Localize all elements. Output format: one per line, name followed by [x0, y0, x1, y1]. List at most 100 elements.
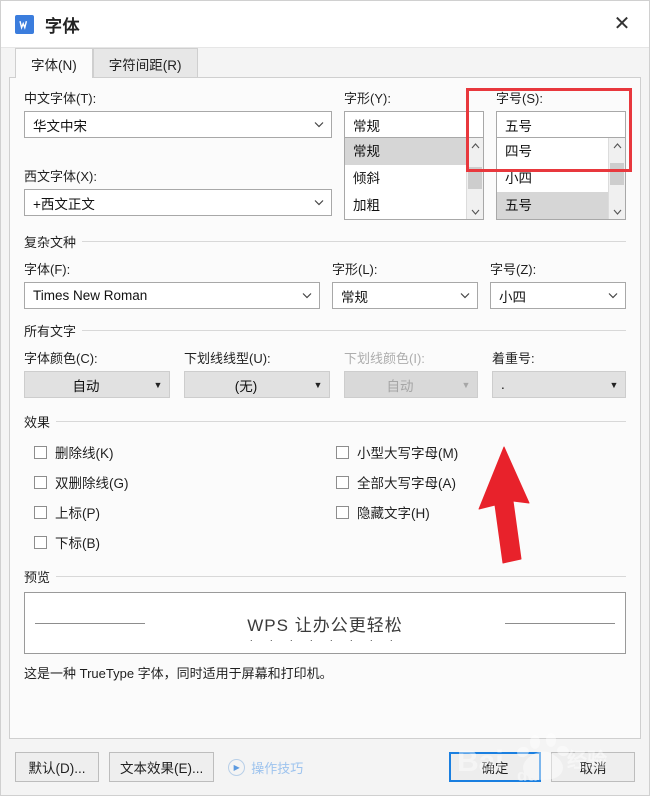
checkbox-small-caps[interactable]: 小型大写字母(M): [336, 437, 626, 467]
font-panel: 中文字体(T): 华文中宋 西文字体(X): +西文正文 字形(Y): 常规 常…: [9, 77, 641, 739]
cs-font-value: Times New Roman: [33, 288, 148, 303]
caret-down-icon[interactable]: ▼: [307, 380, 329, 390]
tab-font-label: 字体(N): [31, 57, 77, 73]
checkbox-box[interactable]: [34, 535, 47, 549]
caret-down-icon[interactable]: ▼: [147, 380, 169, 390]
preview-sample-label: WPS 让办公更轻松: [247, 615, 403, 635]
checkbox-box[interactable]: [336, 475, 349, 489]
checkbox-box[interactable]: [34, 475, 47, 489]
tips-link[interactable]: ▶ 操作技巧: [228, 758, 303, 777]
font-style-input[interactable]: 常规: [344, 111, 484, 138]
font-style-scrollbar[interactable]: [466, 138, 483, 219]
list-item[interactable]: 倾斜: [345, 165, 466, 192]
cs-style-label: 字形(L):: [332, 262, 378, 277]
all-text-group-title: 所有文字: [24, 321, 83, 340]
default-button-label: 默认(D)...: [28, 761, 86, 776]
chevron-down-icon[interactable]: [605, 292, 621, 299]
scroll-thumb[interactable]: [468, 167, 482, 189]
tab-font[interactable]: 字体(N): [15, 48, 93, 78]
checkbox-all-caps[interactable]: 全部大写字母(A): [336, 467, 626, 497]
preview-sample-text: WPS 让办公更轻松 . . . . . . . .: [235, 610, 415, 642]
close-icon[interactable]: ✕: [605, 7, 639, 41]
tab-character-spacing[interactable]: 字符间距(R): [92, 48, 198, 78]
font-style-label: 字形(Y):: [344, 91, 391, 106]
checkbox-subscript[interactable]: 下标(B): [34, 527, 324, 557]
checkbox-superscript[interactable]: 上标(P): [34, 497, 324, 527]
group-divider: [24, 330, 626, 331]
chevron-down-icon[interactable]: [457, 292, 473, 299]
ok-button[interactable]: 确定: [449, 752, 541, 782]
emphasis-mark-label: 着重号:: [492, 351, 535, 366]
cs-size-combobox[interactable]: 小四: [490, 282, 626, 309]
scroll-track[interactable]: [467, 153, 483, 204]
font-dialog: 字体 ✕ 字体(N) 字符间距(R) 中文字体(T): 华文中宋 西文字体(X)…: [0, 0, 650, 796]
play-circle-icon: ▶: [228, 758, 246, 776]
checkbox-box[interactable]: [336, 445, 349, 459]
list-item[interactable]: 加粗: [345, 192, 466, 219]
list-item[interactable]: 五号: [497, 192, 608, 219]
list-item[interactable]: 常规: [345, 138, 466, 165]
checkbox-label: 隐藏文字(H): [357, 506, 430, 521]
checkbox-double-strikethrough[interactable]: 双删除线(G): [34, 467, 324, 497]
underline-style-value: (无): [234, 378, 258, 394]
scroll-down-icon[interactable]: [613, 204, 622, 219]
text-effects-button-label: 文本效果(E)...: [120, 761, 204, 776]
page-title: 字体: [45, 16, 80, 36]
list-item[interactable]: 小四: [497, 165, 608, 192]
effects-left-column: 删除线(K) 双删除线(G) 上标(P) 下标(B): [34, 437, 324, 557]
chinese-font-value: 华文中宋: [33, 118, 87, 134]
cs-font-combobox[interactable]: Times New Roman: [24, 282, 320, 309]
chevron-down-icon[interactable]: [299, 292, 315, 299]
font-size-value: 五号: [505, 118, 532, 134]
scroll-track[interactable]: [609, 153, 625, 204]
underline-style-dropdown[interactable]: (无) ▼: [184, 371, 330, 398]
underline-color-label: 下划线颜色(I):: [344, 351, 425, 366]
checkbox-box[interactable]: [34, 445, 47, 459]
list-item[interactable]: 四号: [497, 138, 608, 165]
effects-group-title: 效果: [24, 412, 57, 431]
wps-writer-icon: [15, 14, 34, 34]
scroll-up-icon[interactable]: [471, 138, 480, 153]
preview-group: 预览 WPS 让办公更轻松 . . . . . . . . 这是一种 TrueT…: [24, 567, 626, 682]
chinese-font-combobox[interactable]: 华文中宋: [24, 111, 332, 138]
font-size-input[interactable]: 五号: [496, 111, 626, 138]
all-text-group: 所有文字 字体颜色(C): 自动 ▼ 下划线线型(U): (无) ▼ 下划线颜色…: [24, 321, 626, 398]
checkbox-label: 双删除线(G): [55, 476, 129, 491]
western-font-value: +西文正文: [33, 196, 95, 212]
scroll-thumb[interactable]: [610, 163, 624, 185]
checkbox-strikethrough[interactable]: 删除线(K): [34, 437, 324, 467]
preview-group-title: 预览: [24, 567, 57, 586]
font-size-listbox[interactable]: 四号 小四 五号: [496, 138, 626, 220]
effects-group: 效果 删除线(K) 双删除线(G) 上标(P) 下标(B) 小型大写字母(M) …: [24, 412, 626, 557]
checkbox-label: 小型大写字母(M): [357, 446, 459, 461]
text-effects-button[interactable]: 文本效果(E)...: [109, 752, 215, 782]
preview-emphasis-dots: . . . . . . . .: [249, 632, 400, 643]
cs-style-combobox[interactable]: 常规: [332, 282, 478, 309]
emphasis-mark-dropdown[interactable]: . ▼: [492, 371, 626, 398]
font-size-label: 字号(S):: [496, 91, 543, 106]
cancel-button[interactable]: 取消: [551, 752, 635, 782]
scroll-up-icon[interactable]: [613, 138, 622, 153]
ok-button-label: 确定: [481, 761, 509, 776]
checkbox-box[interactable]: [34, 505, 47, 519]
cs-size-label: 字号(Z):: [490, 262, 537, 277]
underline-color-dropdown: 自动 ▼: [344, 371, 478, 398]
checkbox-hidden-text[interactable]: 隐藏文字(H): [336, 497, 626, 527]
chevron-down-icon[interactable]: [311, 199, 327, 206]
chevron-down-icon[interactable]: [311, 121, 327, 128]
font-style-listbox[interactable]: 常规 倾斜 加粗: [344, 138, 484, 220]
default-button[interactable]: 默认(D)...: [15, 752, 99, 782]
caret-down-icon[interactable]: ▼: [603, 380, 625, 390]
title-bar: 字体 ✕: [1, 1, 649, 48]
checkbox-box[interactable]: [336, 505, 349, 519]
scroll-down-icon[interactable]: [471, 204, 480, 219]
font-color-dropdown[interactable]: 自动 ▼: [24, 371, 170, 398]
checkbox-label: 全部大写字母(A): [357, 476, 456, 491]
font-color-value: 自动: [72, 378, 100, 394]
font-size-scrollbar[interactable]: [608, 138, 625, 219]
western-font-combobox[interactable]: +西文正文: [24, 189, 332, 216]
western-font-label: 西文字体(X):: [24, 169, 97, 184]
cs-style-value: 常规: [341, 289, 368, 305]
preview-note: 这是一种 TrueType 字体，同时适用于屏幕和打印机。: [24, 666, 333, 681]
complex-script-group: 复杂文种 字体(F): Times New Roman 字形(L): 常规 字号…: [24, 232, 626, 309]
